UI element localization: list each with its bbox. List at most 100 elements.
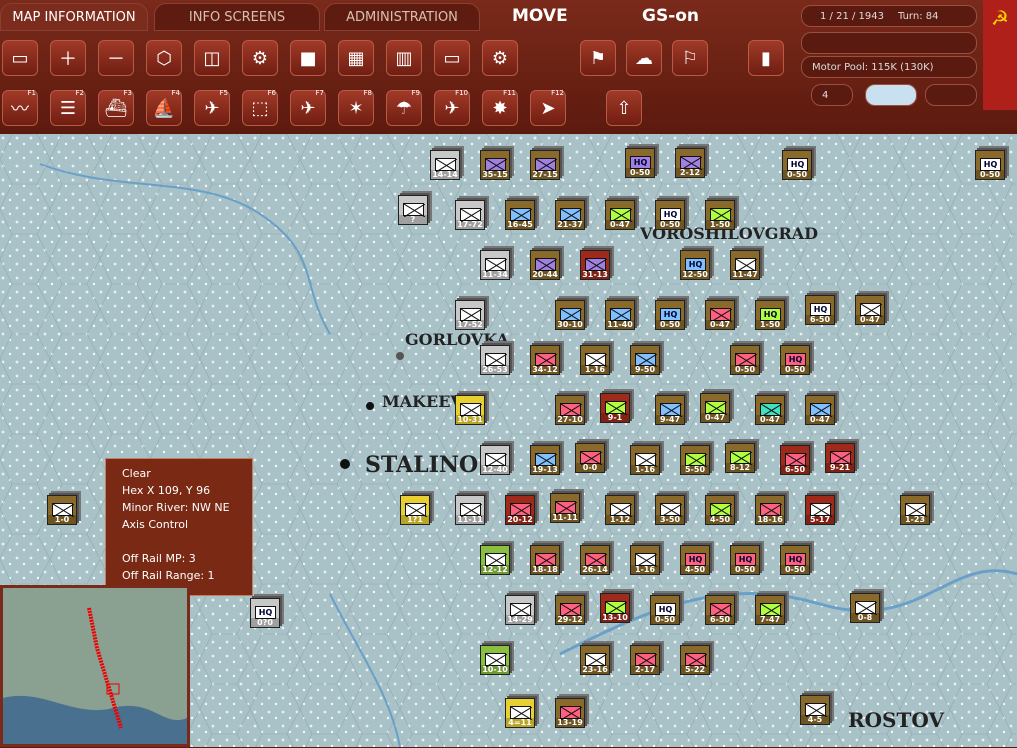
- unit-counter[interactable]: HQ 0-50: [655, 300, 685, 330]
- explosion-icon[interactable]: ✸ F11: [482, 89, 518, 126]
- unit-counter[interactable]: 1-0: [47, 495, 77, 525]
- unit-counter[interactable]: 1-23: [900, 495, 930, 525]
- unit-counter[interactable]: 21-37: [555, 200, 585, 230]
- bomb-icon[interactable]: ✶ F8: [338, 89, 374, 126]
- unit-counter[interactable]: 11-11: [550, 493, 580, 523]
- unit-counter[interactable]: 1-50: [705, 200, 735, 230]
- unit-counter[interactable]: 26-14: [580, 545, 610, 575]
- unit-counter[interactable]: 5-50: [680, 445, 710, 475]
- unit-counter[interactable]: 14-29: [505, 595, 535, 625]
- unit-counter[interactable]: HQ 0-50: [625, 148, 655, 178]
- unit-counter[interactable]: HQ 6-50: [805, 295, 835, 325]
- unit-counter[interactable]: 29-12: [555, 595, 585, 625]
- unit-counter[interactable]: 1-16: [580, 345, 610, 375]
- arrow-icon[interactable]: ➤ F12: [530, 89, 566, 126]
- unit-counter[interactable]: 11-34: [480, 250, 510, 280]
- flag-icon[interactable]: ⚐: [672, 40, 708, 76]
- unit-counter[interactable]: 10-31: [455, 395, 485, 425]
- road-icon[interactable]: 〰 F1: [2, 89, 38, 126]
- unit-counter[interactable]: 27-10: [555, 395, 585, 425]
- unit-counter[interactable]: 1-16: [630, 445, 660, 475]
- unit-counter[interactable]: 26-53: [480, 345, 510, 375]
- unit-counter[interactable]: 8-12: [725, 443, 755, 473]
- unit-counter[interactable]: 4=11: [505, 698, 535, 728]
- unit-counter[interactable]: 6-50: [705, 595, 735, 625]
- zoom-in-icon[interactable]: ＋: [50, 40, 86, 76]
- unit-counter[interactable]: 20-44: [530, 250, 560, 280]
- flag-arrow-icon[interactable]: ⚑: [580, 40, 616, 76]
- unit-counter[interactable]: 10-10: [480, 645, 510, 675]
- weather-icon[interactable]: ☁: [626, 40, 662, 76]
- unit-counter[interactable]: 0-47: [605, 200, 635, 230]
- unit-counter[interactable]: HQ 0-50: [730, 545, 760, 575]
- blank-pill[interactable]: [925, 84, 977, 106]
- unit-counter[interactable]: HQ 12-50: [680, 250, 710, 280]
- unit-counter[interactable]: 7-47: [755, 595, 785, 625]
- unit-counter[interactable]: 0-47: [705, 300, 735, 330]
- unit-counter[interactable]: 20-12: [505, 495, 535, 525]
- air2-icon[interactable]: ✈ F10: [434, 89, 470, 126]
- unit-counter[interactable]: 9-50: [630, 345, 660, 375]
- gear-icon[interactable]: ⚙: [242, 40, 278, 76]
- unit-counter[interactable]: HQ 0-50: [782, 150, 812, 180]
- unit-counter[interactable]: 12-12: [480, 545, 510, 575]
- unit-counter[interactable]: 11-40: [605, 300, 635, 330]
- plane-icon[interactable]: ✈ F7: [290, 89, 326, 126]
- unit-counter[interactable]: 1?1: [400, 495, 430, 525]
- weather-pill[interactable]: [865, 84, 917, 106]
- unit-counter[interactable]: 27-15: [530, 150, 560, 180]
- unit-counter[interactable]: 0-8: [850, 593, 880, 623]
- frame-icon[interactable]: ◫: [194, 40, 230, 76]
- unit-counter[interactable]: 6-50: [780, 445, 810, 475]
- rect-icon[interactable]: ▭: [434, 40, 470, 76]
- rail-icon[interactable]: ☰ F2: [50, 89, 86, 126]
- unit-counter[interactable]: 2-17: [630, 645, 660, 675]
- minimap[interactable]: [0, 585, 190, 747]
- unit-counter[interactable]: 0-50: [730, 345, 760, 375]
- unit-counter[interactable]: 18-18: [530, 545, 560, 575]
- gs-toggle[interactable]: GS-on: [642, 6, 699, 26]
- unit-counter[interactable]: 3-50: [655, 495, 685, 525]
- ship-icon[interactable]: ⛴ F3: [98, 89, 134, 126]
- unit-counter[interactable]: 17-72: [455, 200, 485, 230]
- unit-counter[interactable]: 11-11: [455, 495, 485, 525]
- unit-counter[interactable]: 5-22: [680, 645, 710, 675]
- up-icon[interactable]: ⇧: [606, 90, 642, 126]
- window-icon[interactable]: ▭: [2, 40, 38, 76]
- unit-counter[interactable]: 34-12: [530, 345, 560, 375]
- unit-counter[interactable]: 0-47: [755, 395, 785, 425]
- unit-counter[interactable]: HQ 0-50: [780, 345, 810, 375]
- unit-counter[interactable]: HQ 0-50: [975, 150, 1005, 180]
- unit-counter[interactable]: 18-16: [755, 495, 785, 525]
- unit-counter[interactable]: HQ 0-50: [650, 595, 680, 625]
- unit-counter[interactable]: HQ 0-50: [780, 545, 810, 575]
- unit-counter[interactable]: 13-10: [600, 593, 630, 623]
- unit-counter[interactable]: 9-21: [825, 443, 855, 473]
- unit-counter[interactable]: 13-19: [555, 698, 585, 728]
- unit-icon[interactable]: ■: [290, 40, 326, 76]
- unit-counter[interactable]: 12-40: [480, 445, 510, 475]
- city-icon[interactable]: ▮: [748, 40, 784, 76]
- unit-counter[interactable]: 19-13: [530, 445, 560, 475]
- unit-counter[interactable]: 14-14: [430, 150, 460, 180]
- unit-counter[interactable]: HQ 4-50: [680, 545, 710, 575]
- unit-counter[interactable]: HQ 0-50: [655, 200, 685, 230]
- tab-map-information[interactable]: MAP INFORMATION: [0, 3, 148, 31]
- unit-counter[interactable]: 9-47: [655, 395, 685, 425]
- tab-administration[interactable]: ADMINISTRATION: [324, 3, 480, 31]
- unit-counter[interactable]: 31-13: [580, 250, 610, 280]
- unit-counter[interactable]: 0-47: [700, 393, 730, 423]
- unit-counter[interactable]: 0-0: [575, 443, 605, 473]
- unit-counter[interactable]: 2-12: [675, 148, 705, 178]
- unit-counter[interactable]: HQ 0?0: [250, 598, 280, 628]
- unit-counter[interactable]: 5-17: [805, 495, 835, 525]
- unit-counter[interactable]: HQ 1-50: [755, 300, 785, 330]
- unit-counter[interactable]: 1-12: [605, 495, 635, 525]
- unit-counter[interactable]: 4-50: [705, 495, 735, 525]
- unit-counter[interactable]: 0-47: [855, 295, 885, 325]
- box-icon[interactable]: ⬚ F6: [242, 89, 278, 126]
- zoom-out-icon[interactable]: －: [98, 40, 134, 76]
- para-icon[interactable]: ☂ F9: [386, 89, 422, 126]
- unit-counter[interactable]: 9-1: [600, 393, 630, 423]
- tab-info-screens[interactable]: INFO SCREENS: [154, 3, 320, 31]
